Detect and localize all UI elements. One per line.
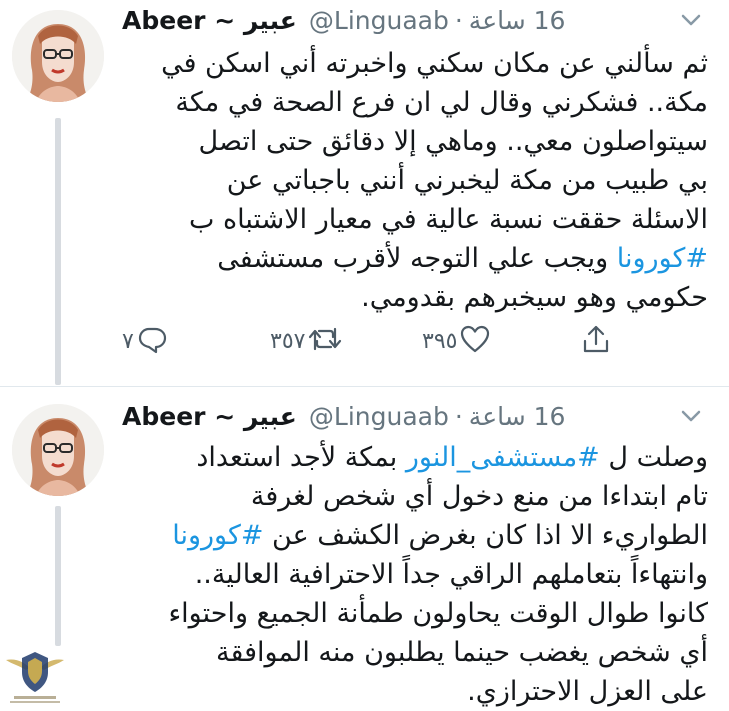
tweet-line: تام ابتداءا من منع دخول أي شخص لغرفة — [250, 481, 708, 512]
avatar[interactable] — [12, 10, 104, 102]
reply-icon — [136, 323, 168, 359]
chevron-down-icon[interactable] — [677, 6, 705, 34]
hashtag-link[interactable]: #مستشفى_النور — [406, 442, 600, 473]
tweet-line: مكة.. فشكرني وقال لي ان فرع الصحة في مكة — [175, 87, 708, 118]
tweet-line: ثم سألني عن مكان سكني واخبرته أني اسكن ف… — [161, 48, 708, 79]
tweet-line-rest: بمكة لأجد استعداد — [196, 442, 406, 473]
tweet-header: Abeer ~ عبير @Linguaab · 16 ساعة — [122, 396, 659, 436]
tweet-line: كانوا طوال الوقت يحاولون طمأنة الجميع وا… — [168, 598, 708, 629]
share-icon — [580, 323, 612, 359]
display-name[interactable]: Abeer ~ عبير — [122, 6, 297, 35]
like-count: ٣٩٥ — [422, 328, 458, 354]
display-name[interactable]: Abeer ~ عبير — [122, 402, 297, 431]
hashtag-link[interactable]: #كورونا — [172, 520, 263, 551]
separator-dot: · — [454, 5, 463, 35]
shield-logo-icon — [4, 640, 66, 706]
tweet-1[interactable]: Abeer ~ عبير @Linguaab · 16 ساعة ثم سألن… — [0, 0, 729, 385]
avatar[interactable] — [12, 404, 104, 496]
tweet-line: على العزل الاحترازي. — [467, 676, 708, 707]
like-button[interactable]: ٣٩٥ — [422, 321, 491, 361]
tweet-actions: ٧ ٣٥٧ ٣٩٥ — [122, 321, 622, 361]
like-icon — [459, 323, 491, 359]
tweet-line: أي شخص يغضب حينما يطلبون منه الموافقة — [216, 637, 708, 668]
thread-connector — [55, 118, 61, 385]
reply-count: ٧ — [122, 328, 134, 354]
tweet-2[interactable]: Abeer ~ عبير @Linguaab · 16 ساعة وصلت ل … — [0, 396, 729, 707]
retweet-count: ٣٥٧ — [270, 328, 306, 354]
separator-dot: · — [454, 401, 463, 431]
tweet-line: بي طبيب من مكة ليخبرني أنني باجباتي عن — [226, 165, 708, 196]
timestamp[interactable]: 16 ساعة — [469, 6, 566, 35]
reply-button[interactable]: ٧ — [122, 321, 168, 361]
tweet-line-prefix: وصلت ل — [599, 442, 708, 473]
tweet-line-prefix: الطواريء الا اذا كان بغرض الكشف عن — [263, 520, 708, 551]
tweet-line: حكومي وهو سيخبرهم بقدومي. — [361, 282, 708, 313]
tweet-line: #كورونا ويجب علي التوجه لأقرب مستشفى — [122, 239, 708, 278]
thread-connector — [55, 506, 61, 646]
tweet-line: وانتهاءاً بتعاملهم الراقي جداً الاحترافي… — [194, 559, 708, 590]
tweet-text: ثم سألني عن مكان سكني واخبرته أني اسكن ف… — [122, 44, 708, 317]
tweet-line: الطواريء الا اذا كان بغرض الكشف عن #كورو… — [122, 516, 708, 555]
tweet-text: وصلت ل #مستشفى_النور بمكة لأجد استعداد ت… — [122, 438, 708, 711]
user-handle[interactable]: @Linguaab — [309, 402, 449, 431]
retweet-icon — [307, 323, 343, 359]
hashtag-link[interactable]: #كورونا — [617, 243, 708, 274]
tweet-header: Abeer ~ عبير @Linguaab · 16 ساعة — [122, 0, 659, 40]
chevron-down-icon[interactable] — [677, 402, 705, 430]
tweet-line-rest: ويجب علي التوجه لأقرب مستشفى — [217, 243, 617, 274]
tweet-line: وصلت ل #مستشفى_النور بمكة لأجد استعداد — [122, 438, 708, 477]
retweet-button[interactable]: ٣٥٧ — [270, 321, 343, 361]
tweet-line: سيتواصلون معي.. وماهي إلا دقائق حتى اتصل — [198, 126, 708, 157]
tweet-divider — [0, 386, 729, 387]
timestamp[interactable]: 16 ساعة — [469, 402, 566, 431]
tweet-line: الاسئلة حققت نسبة عالية في معيار الاشتبا… — [188, 204, 708, 235]
share-button[interactable] — [580, 321, 612, 361]
user-handle[interactable]: @Linguaab — [309, 6, 449, 35]
